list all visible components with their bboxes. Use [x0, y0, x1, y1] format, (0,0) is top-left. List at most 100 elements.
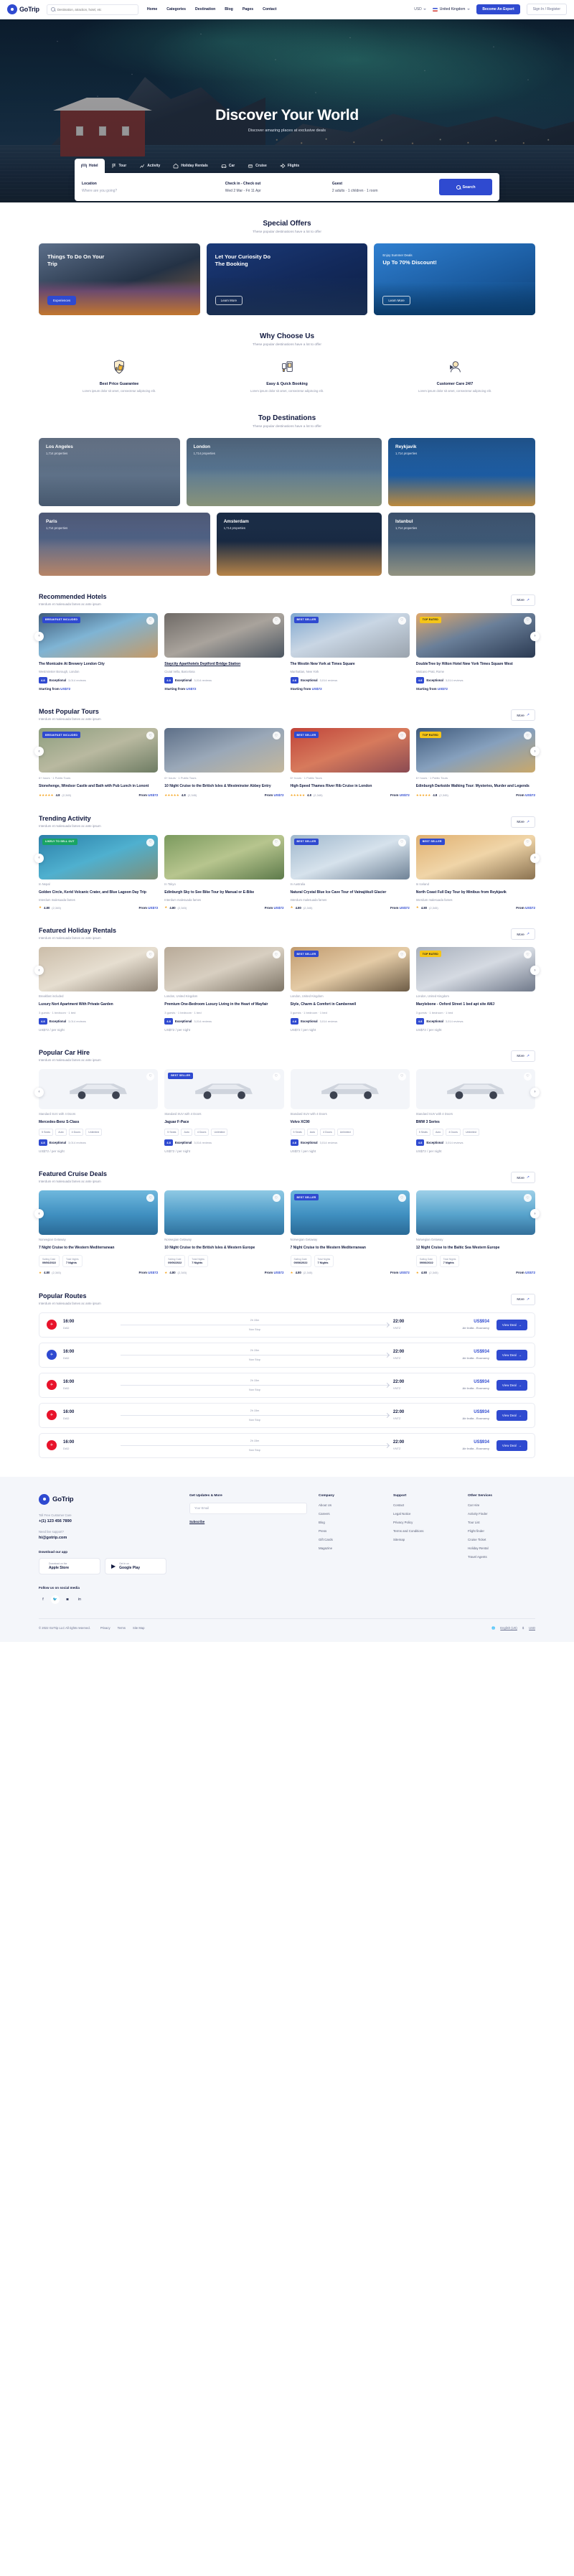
nav-pages[interactable]: Pages [243, 7, 253, 11]
activity-card[interactable]: BEST SELLER ♡ In Iceland North Coast Ful… [415, 834, 535, 910]
car-card[interactable]: ♡ Standard SUV with 4 Doors BMW 3 Series… [415, 1068, 535, 1153]
activity-card[interactable]: LIKELY TO SELL OUT ♡ In Nepal Golden Cir… [39, 834, 159, 910]
cruise-card[interactable]: ♡ Norwegian Getaway 10 Night Cruise to t… [164, 1190, 284, 1275]
favorite-heart-icon[interactable]: ♡ [146, 616, 155, 625]
favorite-heart-icon[interactable]: ♡ [524, 951, 532, 959]
favorite-heart-icon[interactable]: ♡ [146, 951, 155, 959]
car-card[interactable]: ♡ Standard SUV with 4 Doors Mercedes-Ben… [39, 1068, 159, 1153]
carousel-prev-button[interactable]: ‹ [34, 1087, 44, 1097]
carousel-next-button[interactable]: › [530, 631, 540, 641]
cruise-card[interactable]: BEST SELLER ♡ Norwegian Getaway 7 Night … [290, 1190, 410, 1275]
rental-card[interactable]: TOP RATED ♡ London, United Kingdom Maryl… [415, 947, 535, 1032]
footer-link[interactable]: About Us [319, 1503, 386, 1507]
carousel-next-button[interactable]: › [530, 853, 540, 863]
footer-link[interactable]: Holiday Rental [468, 1546, 535, 1550]
hotel-card[interactable]: TOP RATED ♡ DoubleTree by Hilton Hotel N… [415, 612, 535, 691]
linkedin-icon[interactable]: in [75, 1595, 84, 1604]
tours-see-all-button[interactable]: More ↗ [511, 709, 535, 722]
nav-blog[interactable]: Blog [225, 7, 233, 11]
facebook-icon[interactable]: f [39, 1595, 47, 1604]
view-deal-button[interactable]: View Deal → [496, 1379, 527, 1391]
carousel-next-button[interactable]: › [530, 1209, 540, 1219]
nav-contact[interactable]: Contact [263, 7, 276, 11]
favorite-heart-icon[interactable]: ♡ [397, 732, 406, 740]
footer-link[interactable]: Sitemap [393, 1538, 461, 1541]
footer-link[interactable]: Cruise Ticket [468, 1538, 535, 1541]
destination-card[interactable]: Paris 1,714 properties [39, 512, 210, 576]
route-row[interactable]: ✈ 16:00 DAD 2h 15m Non Stop 22:00 VNTZ U… [39, 1372, 535, 1398]
become-expert-button[interactable]: Become An Expert [476, 4, 520, 14]
subscribe-button[interactable]: Subscribe [189, 1520, 307, 1523]
favorite-heart-icon[interactable]: ♡ [524, 732, 532, 740]
favorite-heart-icon[interactable]: ♡ [272, 732, 281, 740]
twitter-icon[interactable]: 🐦 [51, 1595, 60, 1604]
offer-card[interactable]: Enjoy Summer Deals Up To 70% Discount! L… [374, 243, 536, 315]
dates-field[interactable]: Check in - Check out Wed 2 Mar - Fri 11 … [225, 182, 332, 193]
tab-holiday-rentals[interactable]: Holiday Rentals [166, 159, 215, 173]
footer-link[interactable]: Terms and Conditions [393, 1529, 461, 1533]
cruises-see-all-button[interactable]: More ↗ [511, 1172, 535, 1184]
tab-hotel[interactable]: Hotel [75, 159, 105, 173]
favorite-heart-icon[interactable]: ♡ [524, 1072, 532, 1081]
route-row[interactable]: ✈ 16:00 DAD 2h 15m Non Stop 22:00 VNTZ U… [39, 1402, 535, 1428]
favorite-heart-icon[interactable]: ♡ [524, 1194, 532, 1203]
car-card[interactable]: BEST SELLER ♡ Standard SUV with 4 Doors … [164, 1068, 284, 1153]
tour-card[interactable]: ♡ 6+ hours · 1 Public Tours 10 Night Cru… [164, 728, 284, 798]
search-button[interactable]: Search [439, 179, 493, 195]
footer-link[interactable]: Flight finder [468, 1529, 535, 1533]
footer-link[interactable]: Careers [319, 1512, 386, 1516]
cruise-card[interactable]: ♡ Norwegian Getaway 7 Night Cruise to th… [39, 1190, 159, 1275]
language-selector[interactable]: English (US) [500, 1626, 517, 1630]
carousel-next-button[interactable]: › [530, 966, 540, 976]
favorite-heart-icon[interactable]: ♡ [272, 951, 281, 959]
footer-link[interactable]: Car Hire [468, 1503, 535, 1507]
footer-link[interactable]: Press [319, 1529, 386, 1533]
route-row[interactable]: ✈ 16:00 DAD 2h 15m Non Stop 22:00 VNTZ U… [39, 1432, 535, 1458]
route-row[interactable]: ✈ 16:00 DAD 2h 15m Non Stop 22:00 VNTZ U… [39, 1342, 535, 1368]
nav-destination[interactable]: Destination [195, 7, 215, 11]
footer-link[interactable]: Blog [319, 1521, 386, 1524]
instagram-icon[interactable]: ◙ [63, 1595, 72, 1604]
footer-bottom-link[interactable]: Terms [118, 1626, 126, 1630]
hotel-card[interactable]: BREAKFAST INCLUDED ♡ The Montcalm At Bre… [39, 612, 159, 691]
view-deal-button[interactable]: View Deal → [496, 1439, 527, 1451]
hotels-see-all-button[interactable]: More ↗ [511, 594, 535, 606]
currency-selector[interactable]: USD [529, 1626, 535, 1630]
rental-card[interactable]: ♡ Breakfast included Luxury Nort Apartme… [39, 947, 159, 1032]
footer-logo[interactable]: GoTrip [39, 1493, 189, 1505]
favorite-heart-icon[interactable]: ♡ [397, 616, 406, 625]
destination-card[interactable]: London 1,714 properties [186, 437, 382, 506]
header-search[interactable] [46, 4, 138, 15]
offer-cta[interactable]: Learn More [382, 296, 410, 305]
tab-flights[interactable]: Flights [273, 159, 306, 173]
footer-link[interactable]: Tour List [468, 1521, 535, 1524]
tour-card[interactable]: BEST SELLER ♡ 6+ hours · 1 Public Tours … [290, 728, 410, 798]
tab-cruise[interactable]: Cruise [241, 159, 273, 173]
favorite-heart-icon[interactable]: ♡ [146, 1072, 155, 1081]
signin-register-button[interactable]: Sign In / Register [526, 4, 567, 15]
google-play-button[interactable]: ▶ Get in on Google Play [105, 1557, 166, 1574]
hotel-card[interactable]: ♡ Staycity Aparthotels Deptford Bridge S… [164, 612, 284, 691]
offer-cta[interactable]: Learn More [215, 296, 243, 305]
nav-home[interactable]: Home [147, 7, 157, 11]
routes-see-all-button[interactable]: More ↗ [511, 1293, 535, 1305]
support-email[interactable]: hi@gotrip.com [39, 1536, 189, 1540]
footer-bottom-link[interactable]: Site Map [133, 1626, 145, 1630]
tab-tour[interactable]: Tour [105, 159, 133, 173]
search-input[interactable] [57, 7, 134, 11]
hotel-card[interactable]: BEST SELLER ♡ The Westin New York at Tim… [290, 612, 410, 691]
favorite-heart-icon[interactable]: ♡ [272, 838, 281, 846]
footer-link[interactable]: Privacy Policy [393, 1521, 461, 1524]
tab-activity[interactable]: Activity [133, 159, 166, 173]
favorite-heart-icon[interactable]: ♡ [524, 616, 532, 625]
view-deal-button[interactable]: View Deal → [496, 1409, 527, 1421]
cars-see-all-button[interactable]: More ↗ [511, 1050, 535, 1062]
footer-link[interactable]: Contact [393, 1503, 461, 1507]
carousel-prev-button[interactable]: ‹ [34, 631, 44, 641]
favorite-heart-icon[interactable]: ♡ [397, 951, 406, 959]
logo[interactable]: GoTrip [7, 4, 39, 14]
nav-categories[interactable]: Categories [166, 7, 186, 11]
footer-link[interactable]: Activity Finder [468, 1512, 535, 1516]
favorite-heart-icon[interactable]: ♡ [146, 732, 155, 740]
tour-card[interactable]: BREAKFAST INCLUDED ♡ 6+ hours · 1 Public… [39, 728, 159, 798]
